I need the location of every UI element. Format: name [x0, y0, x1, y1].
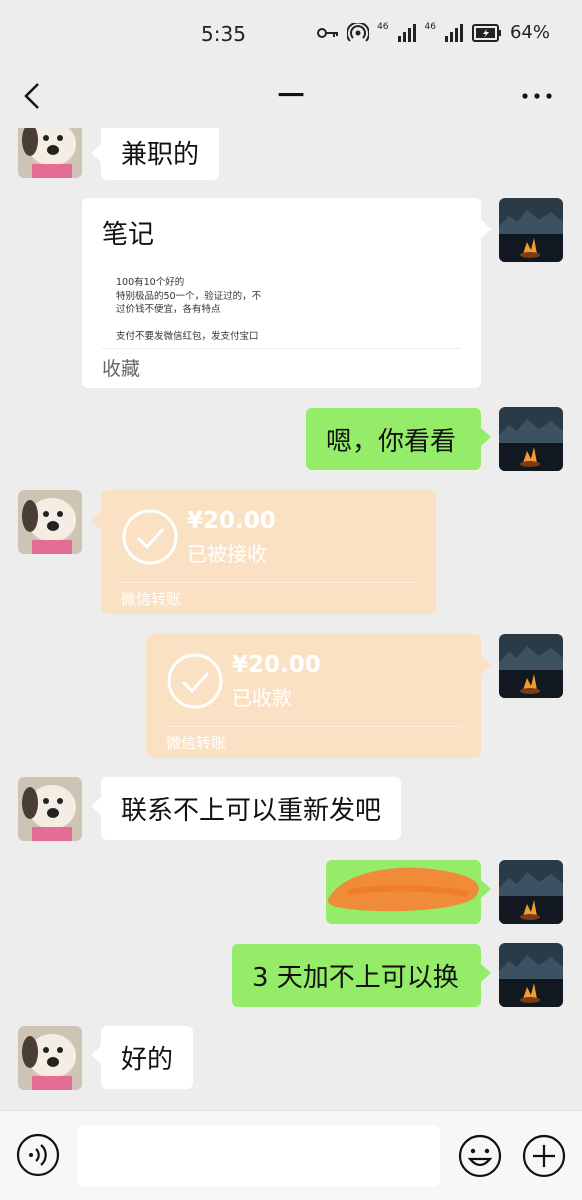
note-title: 笔记 — [102, 220, 155, 250]
message-bubble[interactable] — [326, 860, 491, 924]
status-bar: 5:35 46 46 64% — [0, 0, 582, 64]
my-avatar[interactable] — [499, 860, 563, 924]
message-text: 好的 — [121, 1045, 174, 1075]
message-bubble[interactable]: 嗯，你看看 — [306, 408, 491, 470]
note-line: 100有10个好的 — [116, 277, 185, 288]
contact-avatar[interactable] — [18, 1026, 82, 1090]
campfire-avatar-icon — [499, 198, 563, 262]
transfer-amount: ¥20.00 — [187, 508, 276, 534]
dog-avatar-icon — [18, 777, 82, 841]
note-line — [116, 317, 466, 331]
note-line: 特别极品的50一个，验证过的，不 — [116, 290, 262, 302]
hotspot-icon — [347, 22, 370, 42]
transfer-card[interactable]: ¥20.00 已收款 微信转账 — [146, 634, 491, 758]
campfire-avatar-icon — [499, 634, 563, 698]
transfer-divider — [166, 726, 461, 727]
message-text: 3 天加不上可以换 — [252, 963, 459, 993]
ellipsis-icon[interactable] — [520, 84, 554, 108]
contact-avatar[interactable] — [18, 777, 82, 841]
transfer-status: 已被接收 — [187, 542, 267, 566]
transfer-label: 微信转账 — [166, 734, 227, 752]
note-line: 支付不要发微信红包，发支付宝口 — [116, 331, 259, 342]
campfire-avatar-icon — [499, 407, 563, 471]
check-circle-icon — [122, 509, 178, 565]
my-avatar[interactable] — [499, 943, 563, 1007]
note-source-label: 收藏 — [102, 358, 141, 380]
message-text: 联系不上可以重新发吧 — [121, 796, 382, 826]
transfer-label: 微信转账 — [121, 590, 182, 608]
message-text: 兼职的 — [121, 139, 200, 170]
signal-icon — [397, 23, 416, 42]
transfer-status: 已收款 — [232, 686, 292, 710]
note-card[interactable]: 笔记 100有10个好的 特别极品的50一个，验证过的，不 过价钱不便宜，各有特… — [82, 198, 491, 388]
battery-percent: 64% — [509, 22, 550, 43]
message-bubble[interactable]: 3 天加不上可以换 — [232, 944, 491, 1007]
note-divider — [102, 348, 461, 349]
contact-avatar[interactable] — [18, 490, 82, 554]
message-bubble[interactable]: 兼职的 — [90, 128, 220, 180]
chat-title: 一 — [277, 82, 304, 112]
transfer-amount: ¥20.00 — [232, 652, 321, 678]
input-bar — [0, 1110, 582, 1200]
chat-header: 一 — [0, 64, 582, 128]
dog-avatar-icon — [18, 490, 82, 554]
transfer-card[interactable]: ¥20.00 已被接收 微信转账 — [91, 490, 436, 614]
message-bubble[interactable]: 联系不上可以重新发吧 — [90, 777, 402, 840]
message-text: 嗯，你看看 — [326, 426, 457, 457]
message-list[interactable]: 兼职的 笔记 100有10个好的 特别极品的50一个，验证过的，不 过价钱不便宜… — [0, 128, 582, 1110]
message-bubble[interactable]: 好的 — [90, 1026, 194, 1089]
note-line: 过价钱不便宜，各有特点 — [116, 304, 221, 315]
my-avatar[interactable] — [499, 634, 563, 698]
dog-avatar-icon — [18, 1026, 82, 1090]
voice-icon[interactable] — [16, 1133, 60, 1177]
network-label-1: 46 — [377, 21, 389, 32]
campfire-avatar-icon — [499, 943, 563, 1007]
network-label-2: 46 — [424, 21, 436, 32]
campfire-avatar-icon — [499, 860, 563, 924]
note-preview: 100有10个好的 特别极品的50一个，验证过的，不 过价钱不便宜，各有特点 支… — [116, 276, 466, 344]
status-icons: 46 46 64% — [317, 22, 550, 43]
my-avatar[interactable] — [499, 198, 563, 262]
plus-icon[interactable] — [521, 1133, 567, 1179]
dog-avatar-icon — [18, 128, 82, 178]
status-time: 5:35 — [201, 22, 246, 46]
key-icon — [317, 27, 339, 38]
contact-avatar[interactable] — [18, 128, 82, 178]
battery-icon — [471, 23, 501, 42]
message-input[interactable] — [78, 1125, 440, 1187]
check-circle-icon — [167, 653, 223, 709]
my-avatar[interactable] — [499, 407, 563, 471]
transfer-divider — [121, 582, 416, 583]
emoji-icon[interactable] — [457, 1133, 503, 1179]
redaction-scribble — [327, 867, 479, 912]
signal-icon-2 — [444, 23, 463, 42]
